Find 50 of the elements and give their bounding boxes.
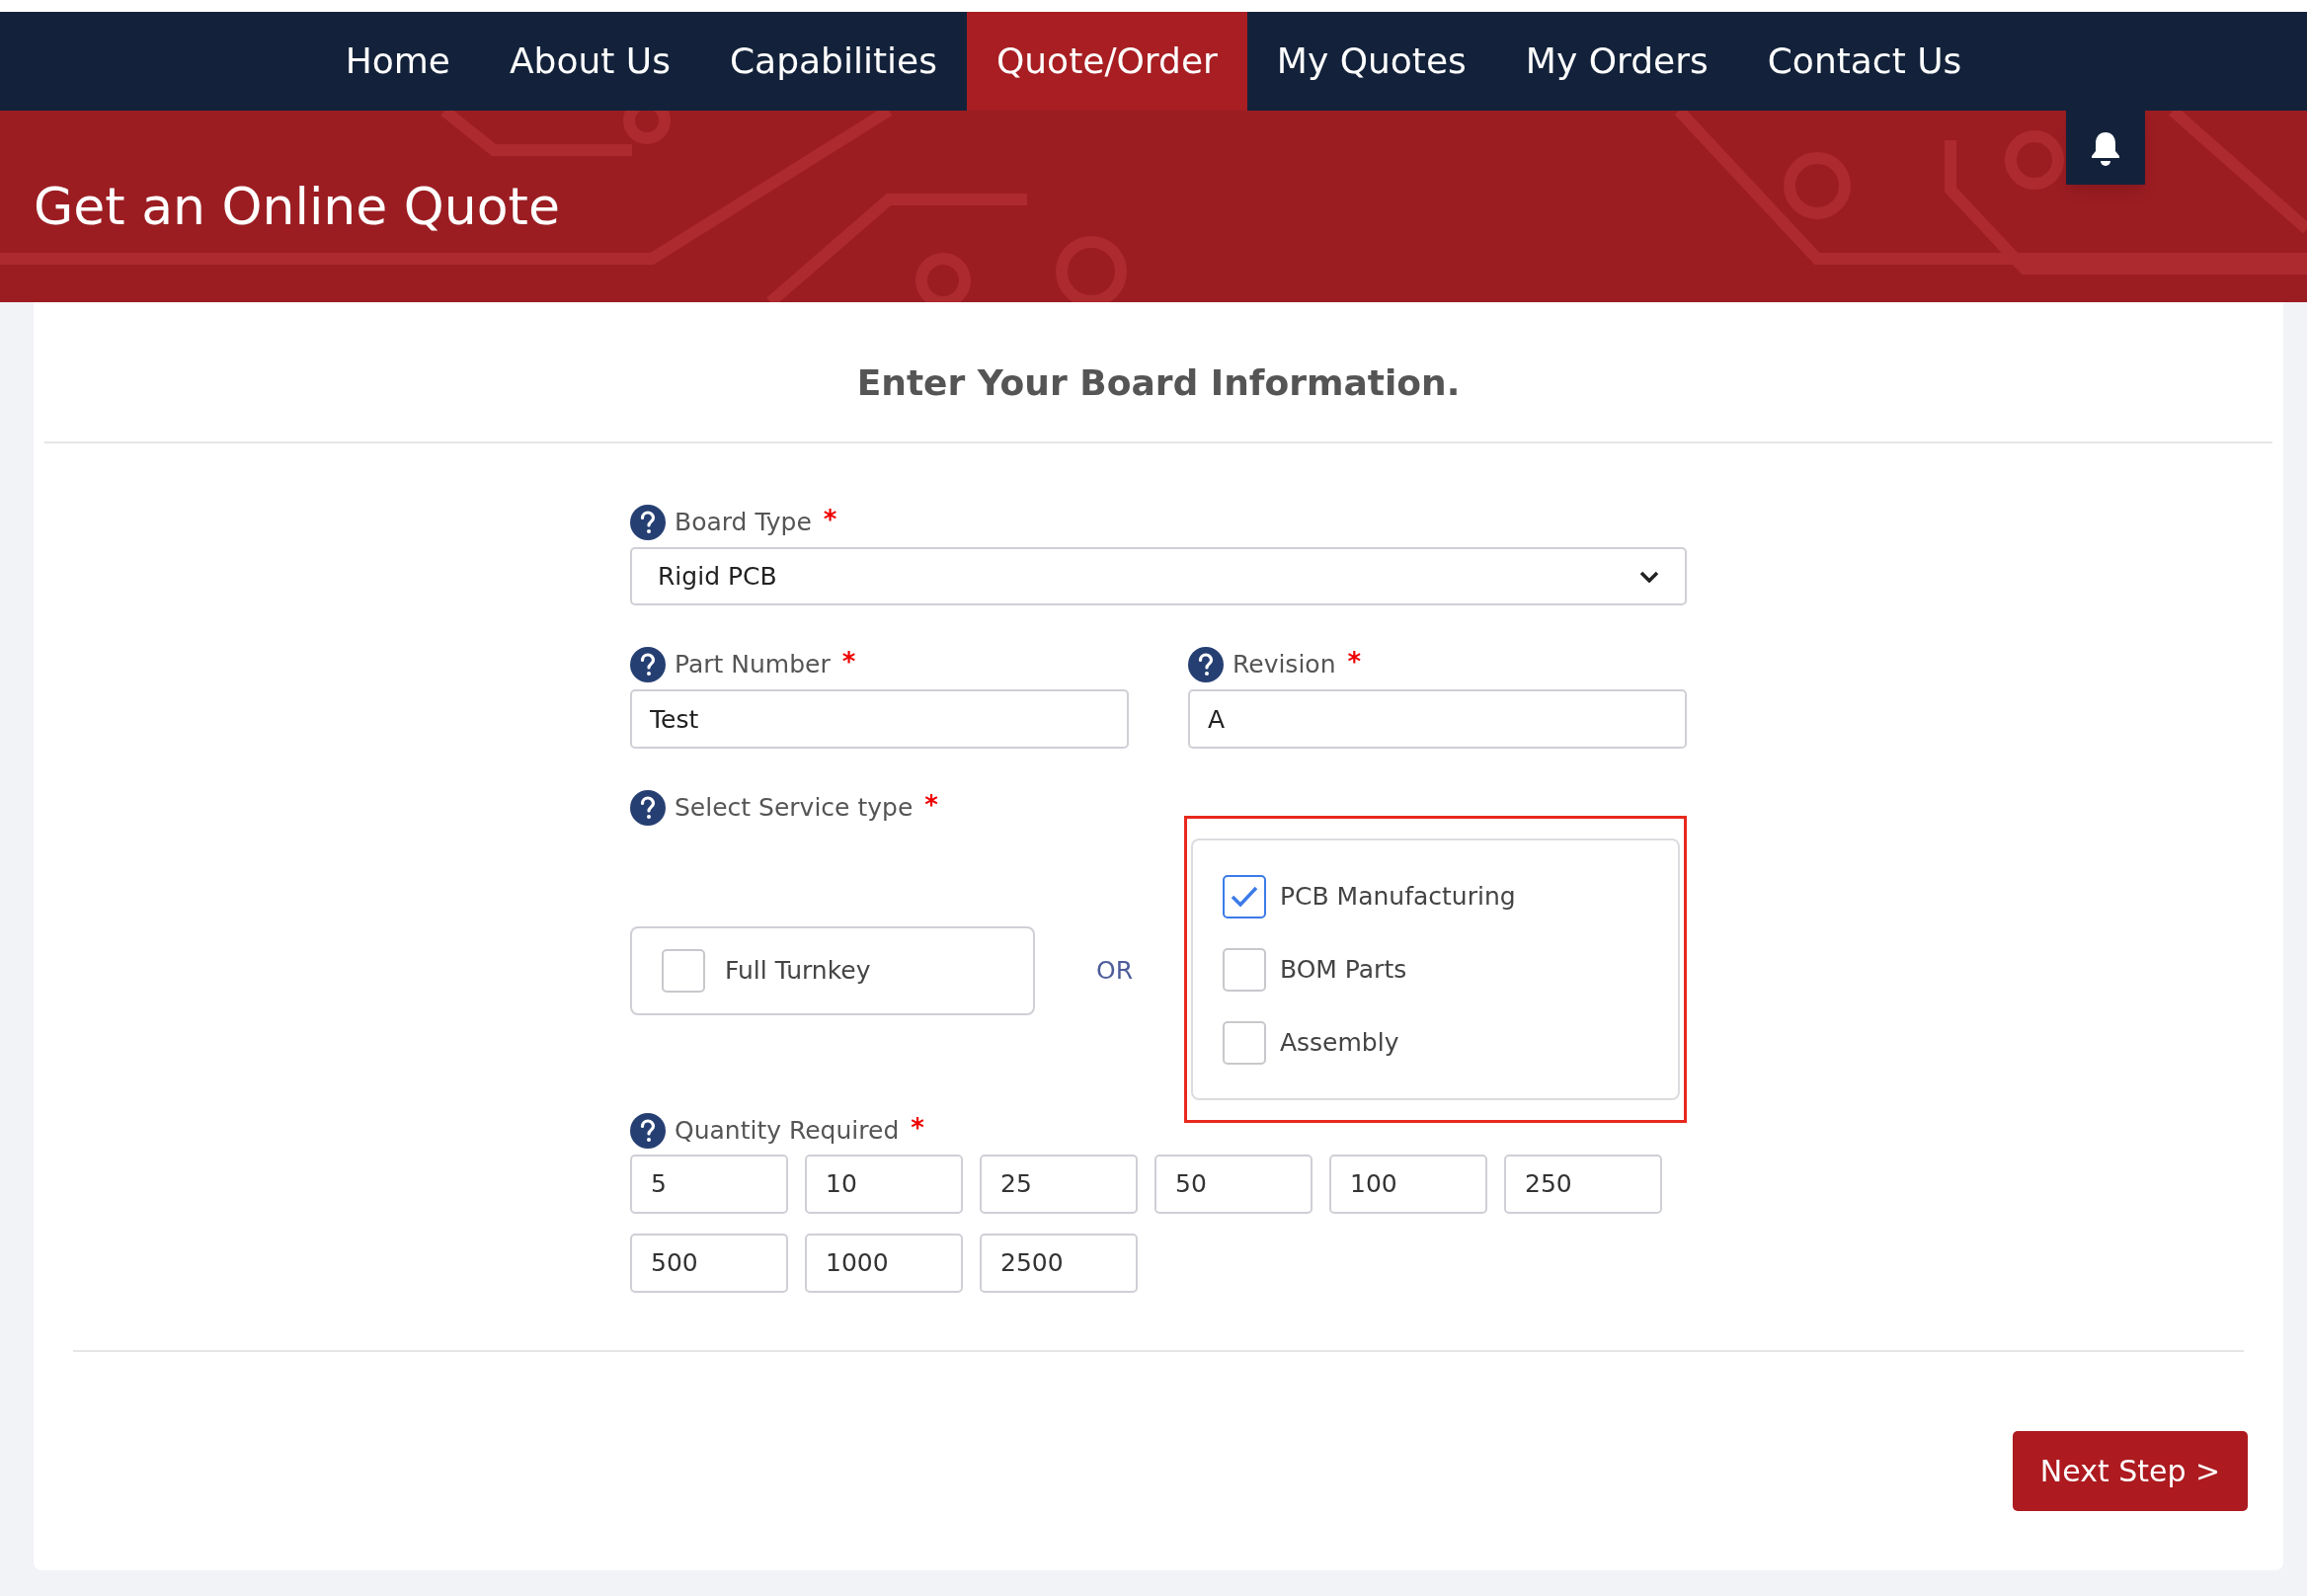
nav-link[interactable]: About Us (479, 12, 700, 111)
help-icon[interactable] (630, 1113, 666, 1149)
field-label: Select Service type (675, 792, 914, 825)
required-mark: * (841, 645, 856, 678)
quantity-option[interactable]: 500 (630, 1234, 788, 1293)
or-text: OR (1096, 955, 1134, 988)
nav-link[interactable]: My Quotes (1246, 12, 1496, 111)
next-step-button[interactable]: Next Step > (2013, 1431, 2248, 1511)
quantity-option[interactable]: 50 (1154, 1155, 1313, 1214)
help-icon[interactable] (630, 647, 666, 682)
revision-input[interactable]: A (1188, 689, 1687, 749)
chevron-down-icon (1639, 570, 1659, 583)
quantity-option[interactable]: 1000 (805, 1234, 963, 1293)
field-label: Quantity Required (675, 1115, 900, 1148)
board-type-select[interactable]: Rigid PCB (630, 547, 1687, 605)
checkmark-icon (1229, 884, 1259, 909)
quantity-option[interactable]: 100 (1329, 1155, 1487, 1214)
nav-link[interactable]: Capabilities (699, 12, 967, 111)
quantity-option[interactable]: 10 (805, 1155, 963, 1214)
service-option[interactable]: BOM Parts (1222, 947, 1648, 992)
field-label: Part Number (675, 649, 831, 681)
bell-icon (2090, 129, 2121, 166)
required-mark: * (823, 503, 837, 536)
nav-link[interactable]: Quote/Order (966, 12, 1247, 111)
nav-link[interactable]: My Orders (1495, 12, 1738, 111)
nav-link[interactable]: Home (315, 12, 480, 111)
help-icon[interactable] (1188, 647, 1224, 682)
page-title: Get an Online Quote (34, 176, 560, 238)
part-number-input[interactable]: Test (630, 689, 1129, 749)
notification-button[interactable] (2066, 111, 2145, 185)
help-icon[interactable] (630, 505, 666, 540)
quantity-option[interactable]: 2500 (980, 1234, 1138, 1293)
service-option[interactable]: PCB Manufacturing (1222, 874, 1648, 918)
checkbox[interactable] (1222, 874, 1266, 918)
full-turnkey-option[interactable]: Full Turnkey (630, 926, 1035, 1015)
nav-link[interactable]: Contact Us (1737, 12, 1992, 111)
required-mark: * (911, 1111, 924, 1145)
checkbox[interactable] (662, 949, 705, 993)
required-mark: * (1347, 645, 1362, 678)
required-mark: * (924, 788, 938, 822)
form-heading: Enter Your Board Information. (856, 361, 1461, 405)
field-label: Revision (1233, 649, 1336, 681)
checkbox[interactable] (1222, 947, 1266, 992)
quantity-option[interactable]: 25 (980, 1155, 1138, 1214)
quantity-option[interactable]: 5 (630, 1155, 788, 1214)
checkbox[interactable] (1222, 1020, 1266, 1065)
help-icon[interactable] (630, 790, 666, 826)
field-label: Board Type (675, 507, 812, 539)
quantity-option[interactable]: 250 (1504, 1155, 1662, 1214)
service-option[interactable]: Assembly (1222, 1020, 1648, 1065)
